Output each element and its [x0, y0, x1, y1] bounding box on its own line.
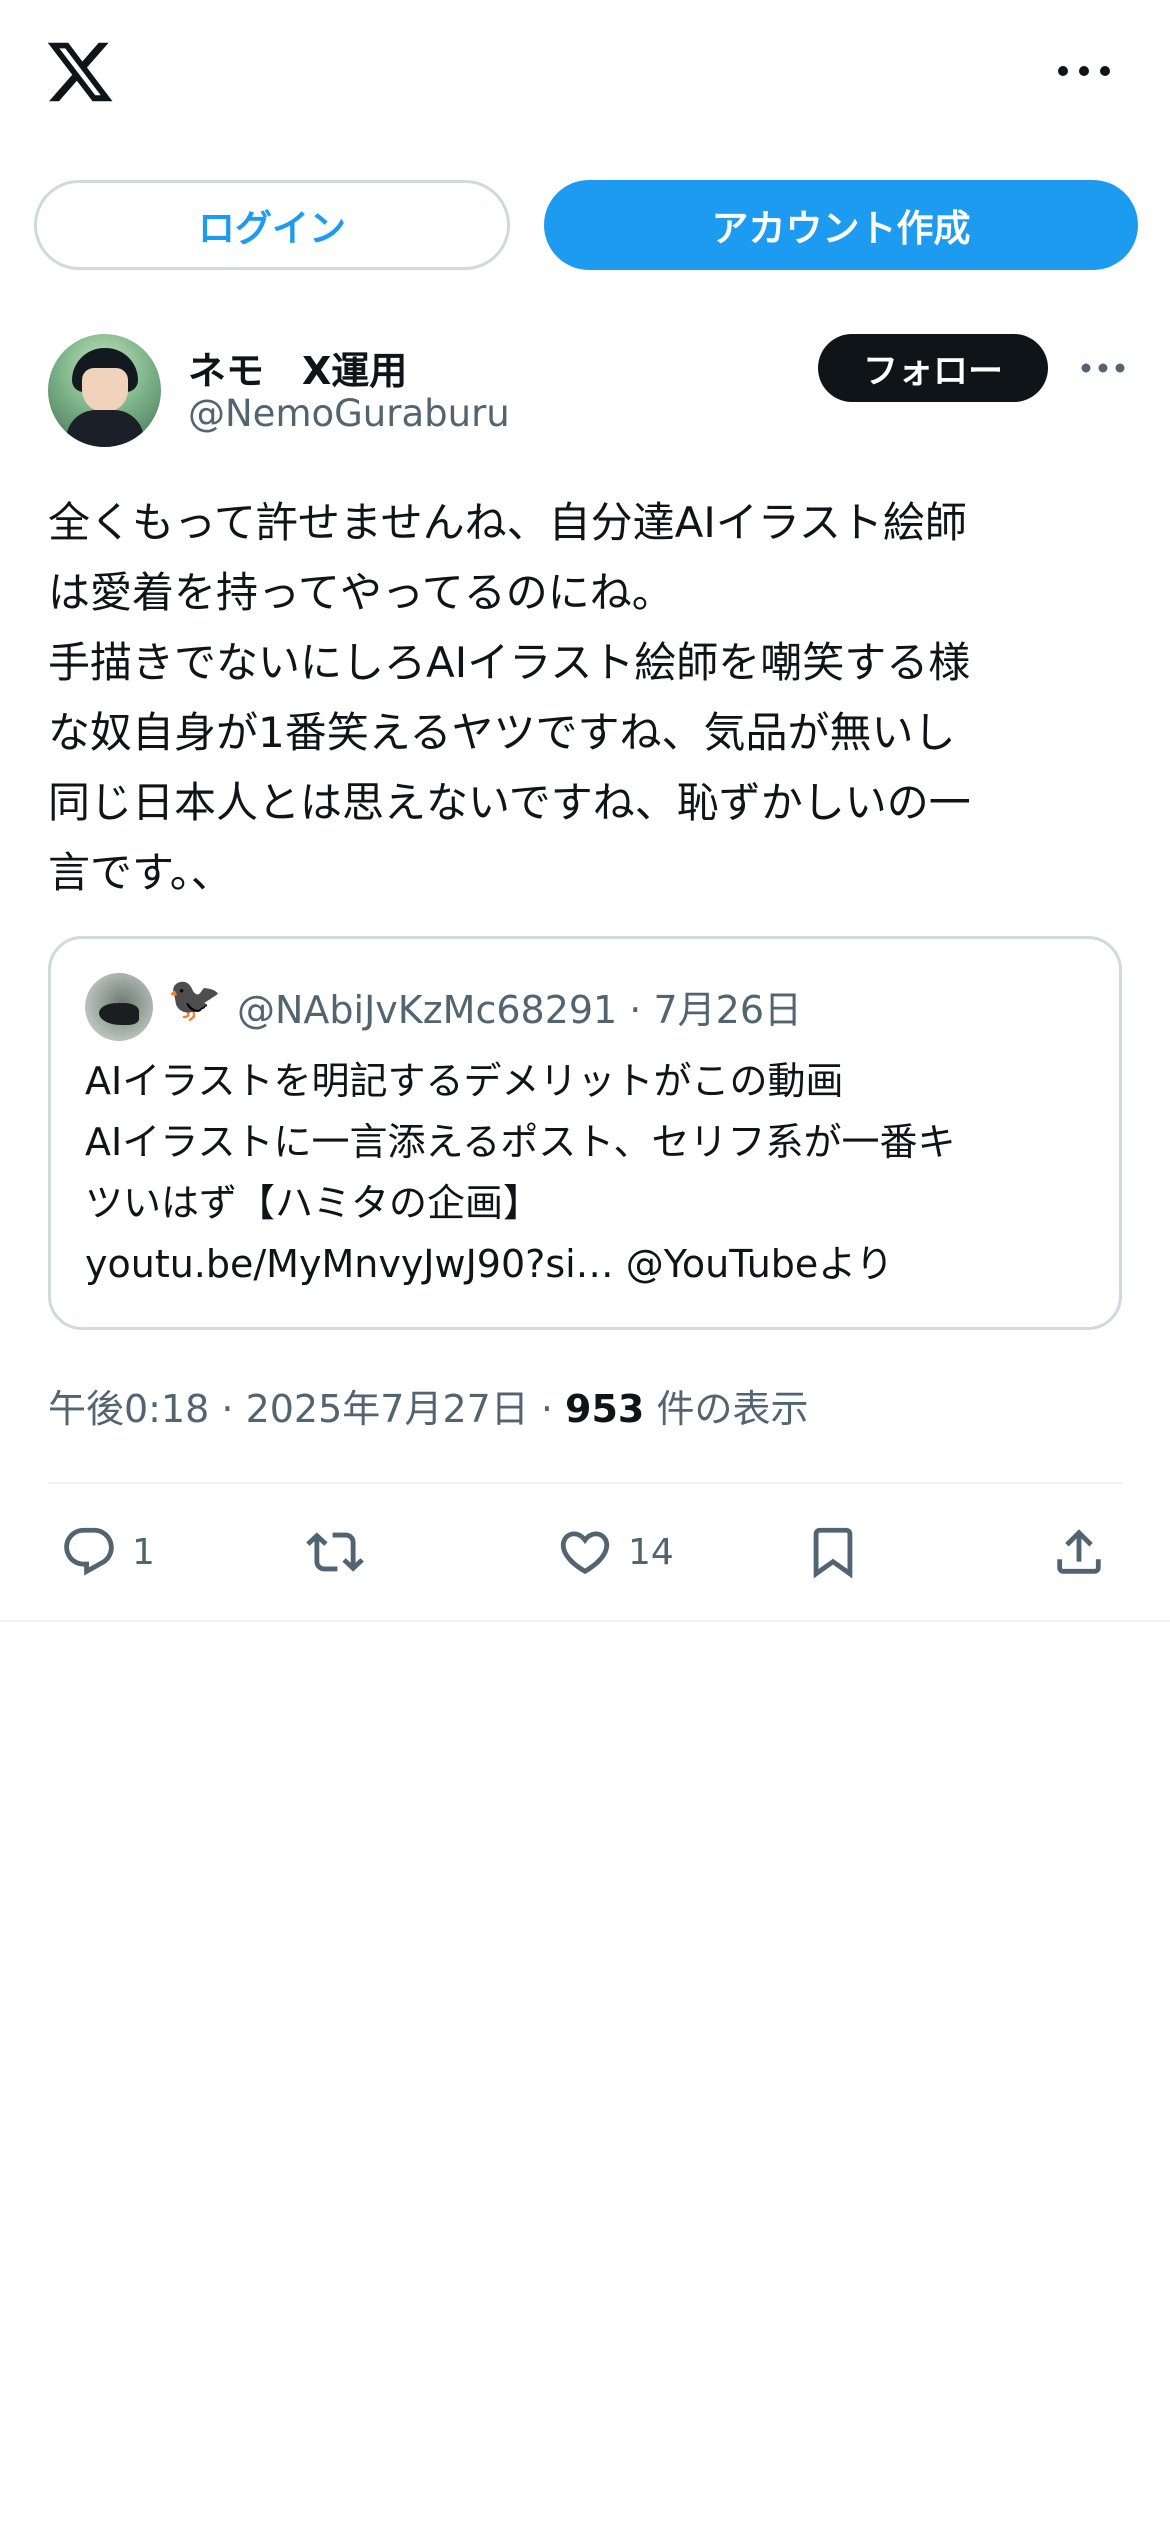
crow-shape: [99, 1003, 139, 1025]
reply-icon: [64, 1527, 114, 1576]
quoted-tweet[interactable]: 🐦‍⬛ @NAbiJvKzMc68291 · 7月26日 AIイラストを明記する…: [48, 936, 1122, 1330]
quoted-meta: @NAbiJvKzMc68291 · 7月26日: [237, 988, 802, 1032]
avatar[interactable]: [48, 334, 161, 447]
quoted-avatar: [85, 973, 153, 1041]
author-handle[interactable]: @NemoGuraburu: [188, 392, 510, 435]
bookmark-button[interactable]: [804, 1520, 862, 1584]
avatar-face: [82, 368, 128, 412]
tweet-page: ログイン アカウント作成 ネモ X運用 @NemoGuraburu フォロー 全…: [0, 0, 1170, 2532]
tweet-text: 全くもって許せませんね、自分達AIイラスト絵師 は愛着を持ってやってるのにね。 …: [48, 498, 971, 897]
tweet-author: ネモ X運用 @NemoGuraburu フォロー: [48, 334, 1125, 449]
quoted-text: AIイラストを明記するデメリットがこの動画 AIイラストに一言添えるポスト、セリ…: [85, 1059, 956, 1286]
like-button[interactable]: 14: [556, 1520, 674, 1584]
view-label: 件の表示: [644, 1387, 809, 1431]
repost-icon: [306, 1532, 364, 1572]
auth-buttons: ログイン アカウント作成: [34, 180, 1138, 270]
action-bar: 1 14: [0, 1484, 1170, 1620]
bookmark-icon: [813, 1527, 853, 1579]
follow-button[interactable]: フォロー: [818, 334, 1048, 402]
like-count: 14: [628, 1531, 674, 1573]
view-count: 953: [565, 1387, 645, 1431]
tweet-meta: 午後0:18 · 2025年7月27日 · 953 件の表示: [48, 1378, 808, 1433]
x-logo-icon[interactable]: [44, 36, 116, 108]
author-name[interactable]: ネモ X運用: [188, 340, 407, 395]
divider: [0, 1620, 1170, 1622]
more-horizontal-icon[interactable]: [1054, 56, 1114, 86]
login-button[interactable]: ログイン: [34, 180, 510, 270]
reply-button[interactable]: 1: [60, 1520, 155, 1584]
reply-count: 1: [132, 1531, 155, 1573]
heart-icon: [560, 1531, 610, 1575]
share-icon: [1057, 1529, 1101, 1574]
avatar-body: [66, 410, 144, 447]
signup-button[interactable]: アカウント作成: [544, 180, 1138, 270]
share-button[interactable]: [1050, 1520, 1108, 1584]
timestamp[interactable]: 午後0:18 · 2025年7月27日 ·: [48, 1387, 565, 1431]
top-bar: [0, 0, 1170, 150]
repost-button[interactable]: [306, 1520, 364, 1584]
more-horizontal-icon[interactable]: [1078, 356, 1128, 380]
crow-emoji-icon: 🐦‍⬛: [167, 974, 222, 1025]
